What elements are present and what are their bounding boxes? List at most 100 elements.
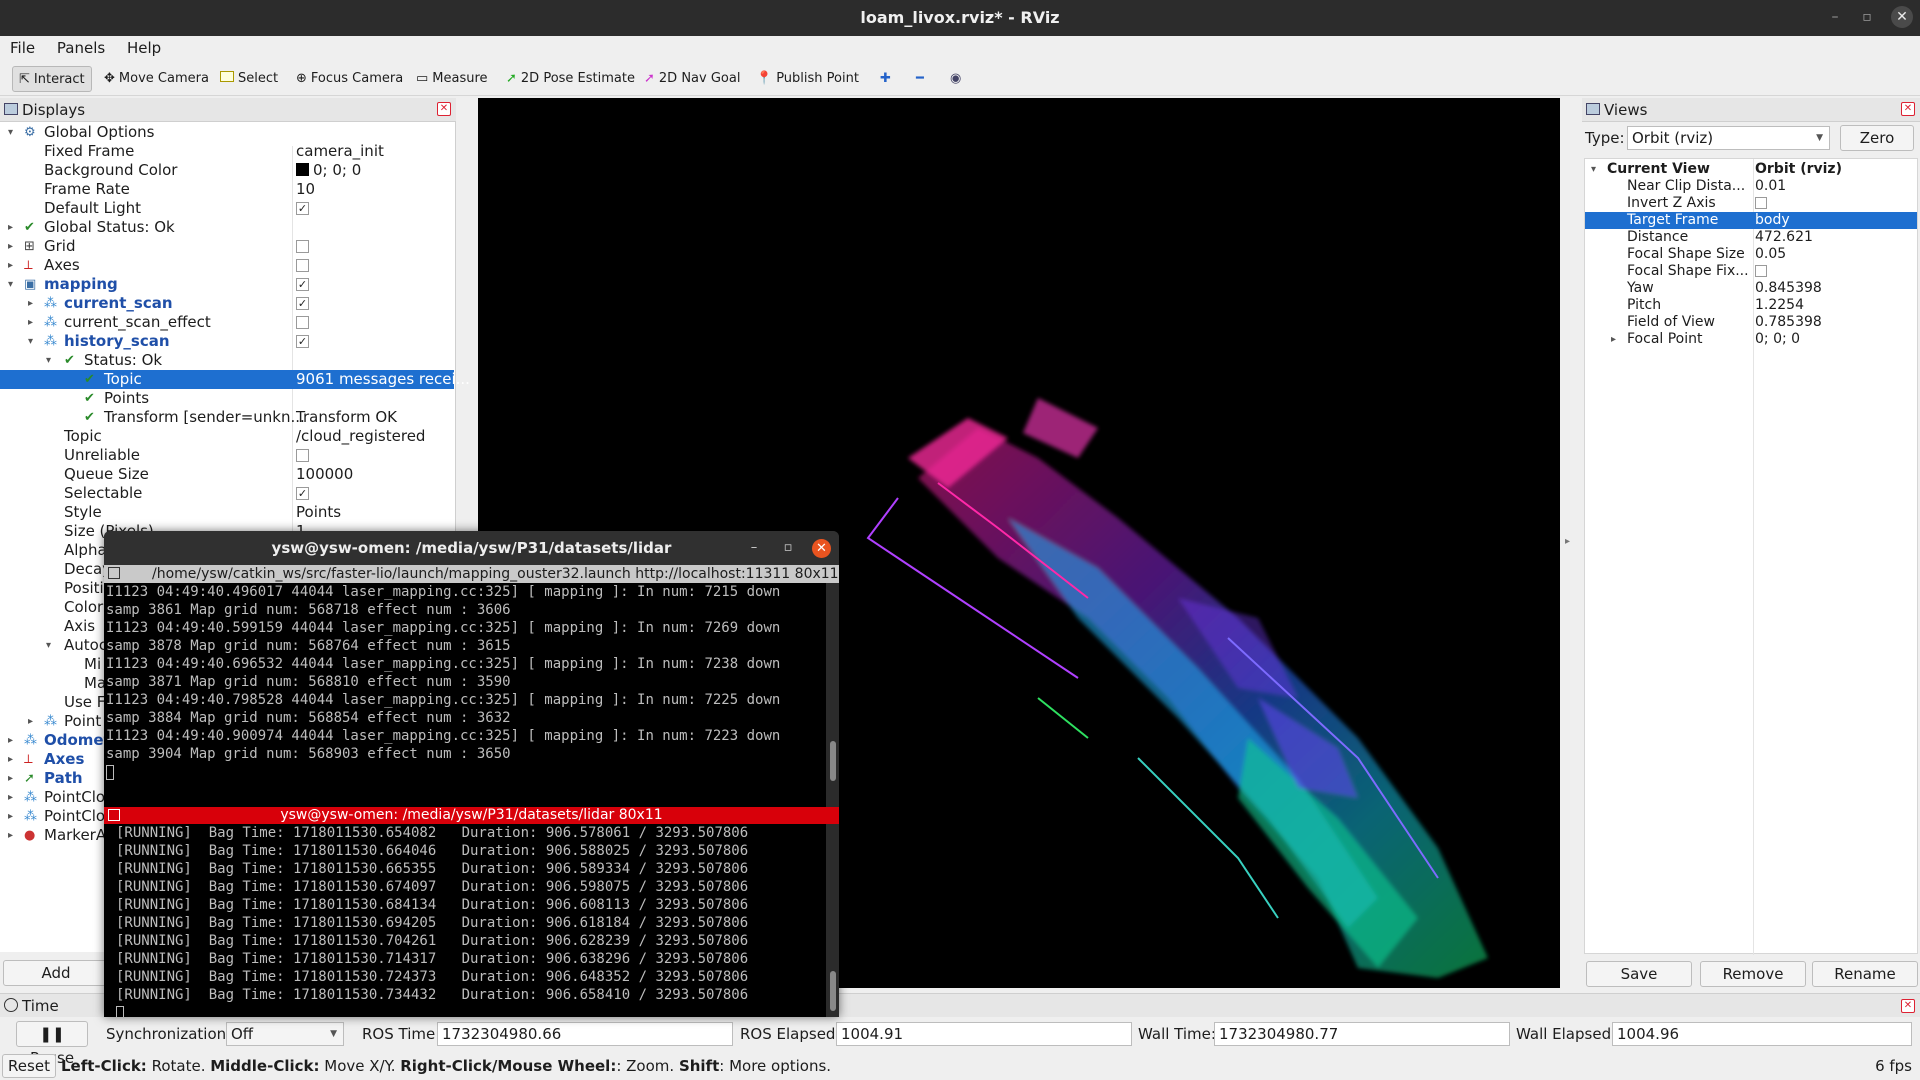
collapse-arrow-icon[interactable]: ▸ bbox=[8, 750, 13, 769]
wall-time-field[interactable]: 1732304980.77 bbox=[1214, 1022, 1510, 1046]
view-property-row[interactable]: Field of View 0.785398 bbox=[1585, 314, 1917, 331]
view-property-checkbox[interactable] bbox=[1755, 197, 1767, 209]
display-tree-row[interactable]: ▾ ▣ mapping ✓ bbox=[0, 275, 454, 294]
view-property-checkbox[interactable] bbox=[1755, 265, 1767, 277]
close-window-icon[interactable]: ✕ bbox=[1891, 6, 1913, 28]
display-checkbox[interactable]: ✓ bbox=[296, 487, 309, 500]
collapse-arrow-icon[interactable]: ▸ bbox=[28, 712, 33, 731]
terminal-close-icon[interactable]: ✕ bbox=[812, 539, 831, 558]
display-tree-row[interactable]: Selectable ✓ bbox=[0, 484, 454, 503]
collapse-arrow-icon[interactable]: ▸ bbox=[8, 769, 13, 788]
close-time-panel-icon[interactable]: ✕ bbox=[1901, 999, 1915, 1013]
display-row-value[interactable]: 100000 bbox=[296, 465, 353, 484]
terminal-pane-rosbag[interactable]: [RUNNING] Bag Time: 1718011530.654082 Du… bbox=[104, 824, 826, 1017]
display-row-value[interactable]: Points bbox=[296, 503, 341, 522]
remove-tool-icon[interactable]: ━ bbox=[910, 66, 930, 92]
collapse-arrow-icon[interactable]: ▸ bbox=[28, 313, 33, 332]
display-tree-row[interactable]: ✔ Transform [sender=unkn... Transform OK bbox=[0, 408, 454, 427]
reset-button[interactable]: Reset bbox=[2, 1054, 56, 1078]
close-panel-icon[interactable]: ✕ bbox=[437, 102, 451, 116]
move-camera-tool[interactable]: ✥ Move Camera bbox=[98, 66, 215, 92]
view-property-row[interactable]: Invert Z Axis bbox=[1585, 195, 1917, 212]
display-row-value[interactable]: 0; 0; 0 bbox=[296, 161, 361, 180]
expand-arrow-icon[interactable]: ▾ bbox=[1591, 161, 1596, 178]
collapse-arrow-icon[interactable]: ▸ bbox=[8, 218, 13, 237]
display-tree-row[interactable]: ✔ Points bbox=[0, 389, 454, 408]
view-property-row[interactable]: Focal Shape Size 0.05 bbox=[1585, 246, 1917, 263]
expand-arrow-icon[interactable]: ▾ bbox=[28, 332, 33, 351]
menu-help[interactable]: Help bbox=[117, 36, 168, 57]
expand-arrow-icon[interactable]: ▾ bbox=[46, 636, 51, 655]
display-row-value[interactable]: Transform OK bbox=[296, 408, 397, 427]
collapse-arrow-icon[interactable]: ▸ bbox=[8, 256, 13, 275]
view-property-value[interactable]: 0; 0; 0 bbox=[1755, 331, 1800, 348]
view-property-value[interactable]: 1.2254 bbox=[1755, 297, 1804, 314]
ros-elapsed-field[interactable]: 1004.91 bbox=[836, 1022, 1132, 1046]
display-tree-row[interactable]: Topic/cloud_registered bbox=[0, 427, 454, 446]
collapse-arrow-icon[interactable]: ▸ bbox=[8, 788, 13, 807]
terminal-window[interactable]: ysw@ysw-omen: /media/ysw/P31/datasets/li… bbox=[104, 531, 839, 1017]
display-tree-row[interactable]: ▸ ✔ Global Status: Ok bbox=[0, 218, 454, 237]
tool-properties-icon[interactable]: ◉ bbox=[944, 66, 967, 92]
ros-time-field[interactable]: 1732304980.66 bbox=[437, 1022, 733, 1046]
expand-arrow-icon[interactable]: ▾ bbox=[46, 351, 51, 370]
view-property-value[interactable]: 472.621 bbox=[1755, 229, 1813, 246]
display-tree-row[interactable]: ▾ ✔ Status: Ok bbox=[0, 351, 454, 370]
select-tool[interactable]: Select bbox=[214, 66, 284, 92]
maximize-icon[interactable]: ▫ bbox=[1856, 6, 1878, 28]
view-property-row[interactable]: ▾ Current View Orbit (rviz) bbox=[1585, 161, 1917, 178]
display-tree-row[interactable]: Frame Rate 10 bbox=[0, 180, 454, 199]
view-property-value[interactable]: 0.845398 bbox=[1755, 280, 1822, 297]
nav-goal-tool[interactable]: ➚ 2D Nav Goal bbox=[638, 66, 746, 92]
display-checkbox[interactable] bbox=[296, 316, 309, 329]
view-property-row[interactable]: Distance 472.621 bbox=[1585, 229, 1917, 246]
pose-estimate-tool[interactable]: ➚ 2D Pose Estimate bbox=[500, 66, 641, 92]
pause-button[interactable]: ❚❚ Pause bbox=[16, 1021, 88, 1067]
sync-select[interactable]: Off ▼ bbox=[226, 1022, 344, 1046]
display-checkbox[interactable] bbox=[296, 259, 309, 272]
display-tree-row[interactable]: Unreliable bbox=[0, 446, 454, 465]
collapse-arrow-icon[interactable]: ▸ bbox=[28, 294, 33, 313]
view-property-row[interactable]: Pitch 1.2254 bbox=[1585, 297, 1917, 314]
display-tree-row[interactable]: ▸ ⁂ current_scan ✓ bbox=[0, 294, 454, 313]
display-tree-row[interactable]: Style Points bbox=[0, 503, 454, 522]
add-tool-icon[interactable]: ✚ bbox=[874, 66, 897, 92]
expand-arrow-icon[interactable]: ▾ bbox=[8, 275, 13, 294]
remove-view-button[interactable]: Remove bbox=[1700, 961, 1806, 987]
display-tree-row[interactable]: Default Light ✓ bbox=[0, 199, 454, 218]
measure-tool[interactable]: ▭ Measure bbox=[410, 66, 494, 92]
display-checkbox[interactable] bbox=[296, 449, 309, 462]
interact-tool[interactable]: ⇱ Interact bbox=[12, 66, 92, 92]
display-tree-row[interactable]: ▸ ⊞ Grid bbox=[0, 237, 454, 256]
menu-file[interactable]: File bbox=[0, 36, 42, 57]
publish-point-tool[interactable]: 📍 Publish Point bbox=[750, 66, 865, 92]
display-tree-row[interactable]: ▾ ⚙ Global Options bbox=[0, 123, 454, 142]
view-property-row[interactable]: Focal Shape Fix... bbox=[1585, 263, 1917, 280]
display-tree-row[interactable]: Queue Size 100000 bbox=[0, 465, 454, 484]
collapse-arrow-icon[interactable]: ▸ bbox=[8, 807, 13, 826]
view-type-select[interactable]: Orbit (rviz) ▼ bbox=[1627, 126, 1830, 150]
close-views-panel-icon[interactable]: ✕ bbox=[1901, 102, 1915, 116]
display-checkbox[interactable]: ✓ bbox=[296, 278, 309, 291]
menu-panels[interactable]: Panels bbox=[47, 36, 112, 57]
expand-arrow-icon[interactable]: ▾ bbox=[8, 123, 13, 142]
expand-arrow-icon[interactable]: ▸ bbox=[1611, 331, 1616, 348]
display-checkbox[interactable]: ✓ bbox=[296, 335, 309, 348]
terminal-maximize-icon[interactable]: ▫ bbox=[780, 540, 796, 556]
display-tree-row[interactable]: Background Color 0; 0; 0 bbox=[0, 161, 454, 180]
display-tree-row[interactable]: ▸ ⟂ Axes bbox=[0, 256, 454, 275]
display-row-value[interactable]: /cloud_registered bbox=[296, 427, 425, 446]
zero-button[interactable]: Zero bbox=[1840, 125, 1914, 151]
display-tree-row[interactable]: Fixed Frame camera_init bbox=[0, 142, 454, 161]
view-property-row[interactable]: Near Clip Dista... 0.01 bbox=[1585, 178, 1917, 195]
add-display-button[interactable]: Add bbox=[3, 960, 109, 986]
terminal-minimize-icon[interactable]: – bbox=[746, 540, 762, 556]
display-row-value[interactable]: 10 bbox=[296, 180, 315, 199]
view-property-value[interactable]: Orbit (rviz) bbox=[1755, 161, 1842, 178]
display-tree-row[interactable]: ▾ ⁂ history_scan ✓ bbox=[0, 332, 454, 351]
rename-view-button[interactable]: Rename bbox=[1812, 961, 1918, 987]
display-tree-row[interactable]: ✔ Topic 9061 messages recei... bbox=[0, 370, 470, 389]
collapse-arrow-icon[interactable]: ▸ bbox=[8, 237, 13, 256]
display-checkbox[interactable]: ✓ bbox=[296, 297, 309, 310]
terminal-titlebar[interactable]: ysw@ysw-omen: /media/ysw/P31/datasets/li… bbox=[104, 531, 839, 565]
